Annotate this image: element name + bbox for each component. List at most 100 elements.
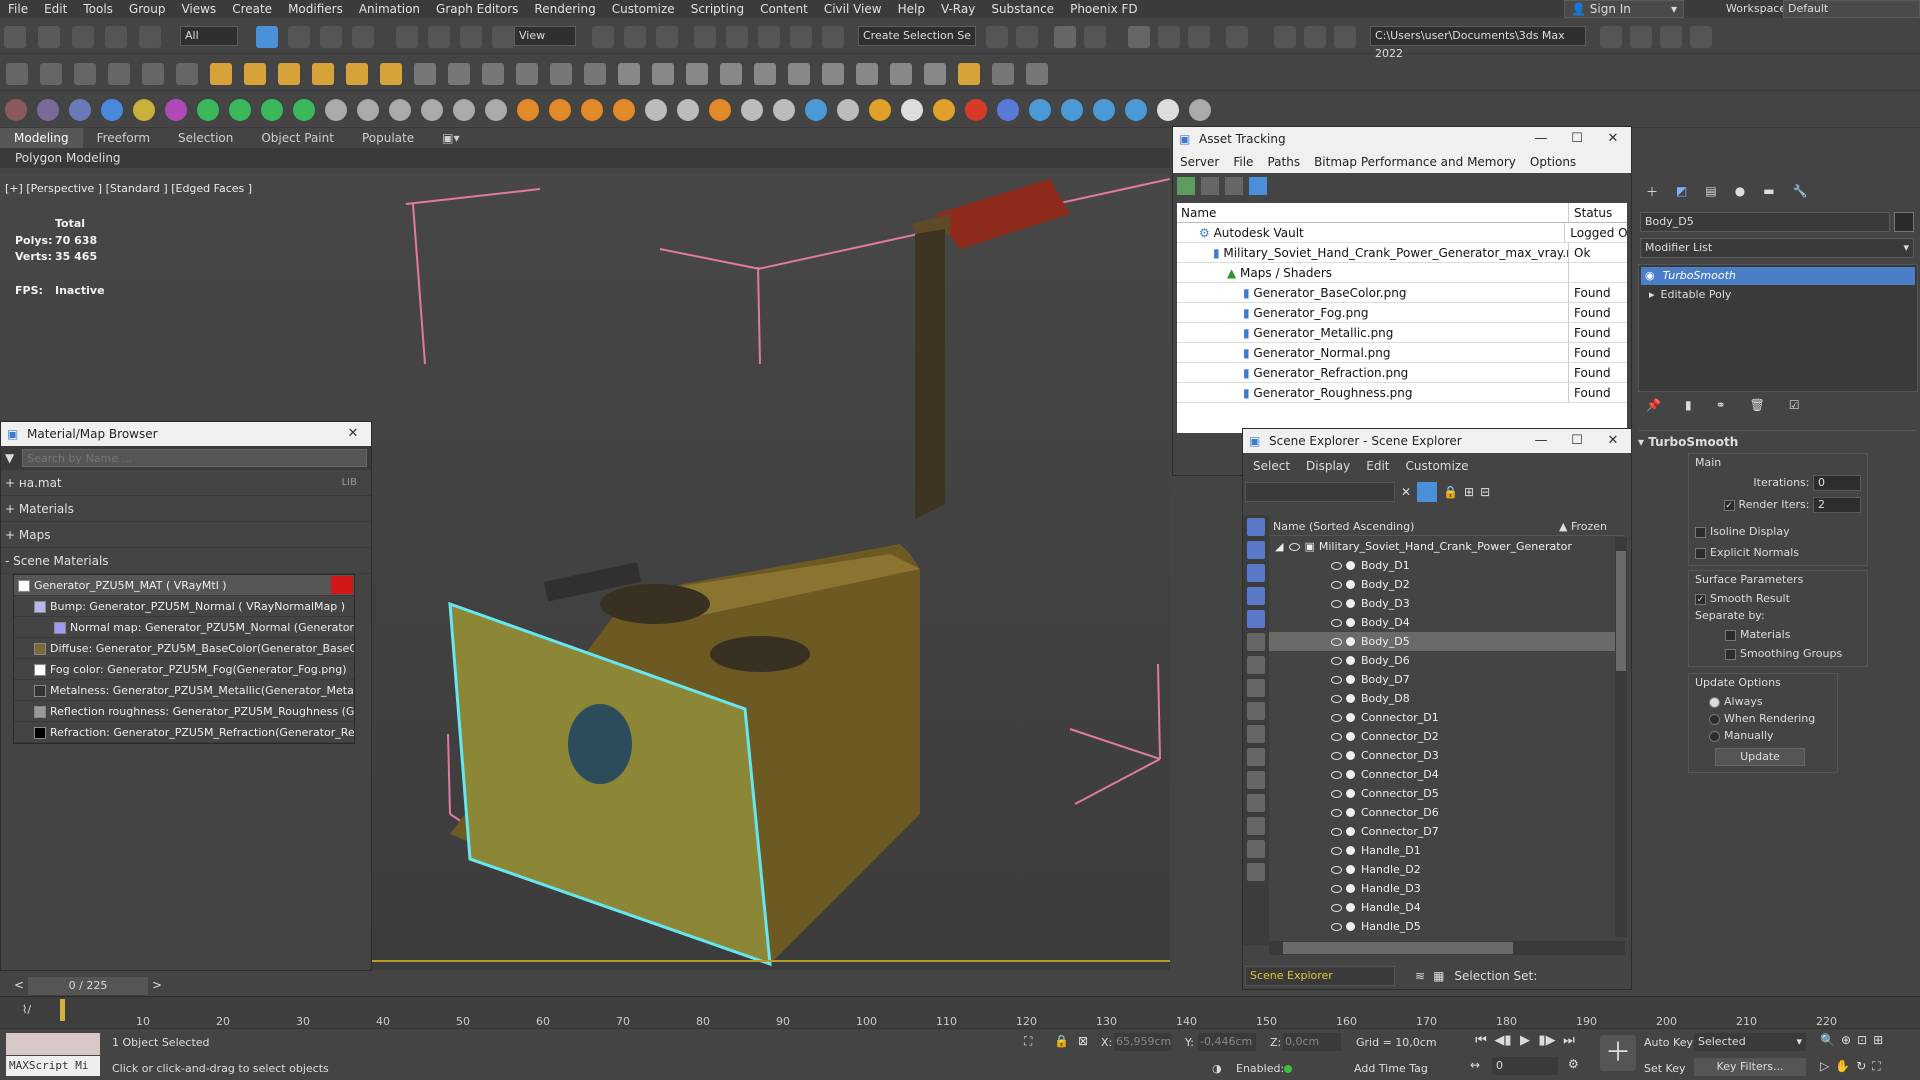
project-toolbar-icon[interactable] [1690, 26, 1712, 48]
scene-object-row[interactable]: Handle_D3 [1269, 879, 1615, 898]
display-cameras-icon[interactable] [1247, 587, 1265, 605]
vray-tool-icon[interactable] [133, 99, 155, 121]
scrollbar-thumb[interactable] [1616, 551, 1626, 671]
isolate-selection-icon[interactable]: ⛶ [1024, 1034, 1032, 1049]
auto-key-button[interactable]: Auto Key [1644, 1036, 1693, 1049]
project-open-icon[interactable] [1600, 26, 1622, 48]
vray-tool-icon[interactable] [197, 99, 219, 121]
display-hidden-icon[interactable] [1247, 771, 1265, 789]
vray-tool-icon[interactable] [869, 99, 891, 121]
snaps-toggle-icon[interactable] [694, 26, 716, 48]
scene-object-row[interactable]: Handle_D2 [1269, 860, 1615, 879]
manually-radio[interactable] [1709, 730, 1720, 742]
explicit-normals-checkbox[interactable] [1695, 547, 1706, 559]
render-iters-spinner[interactable]: 2 [1813, 497, 1861, 513]
eye-icon[interactable] [1331, 922, 1342, 931]
time-configuration-icon[interactable]: ⚙ [1568, 1057, 1579, 1071]
zoom-extents-icon[interactable]: ⊡ [1857, 1033, 1867, 1047]
always-radio[interactable] [1709, 696, 1720, 708]
vray-tool-icon[interactable] [5, 99, 27, 121]
minimize-icon[interactable]: — [1523, 429, 1559, 453]
scene-object-row[interactable]: Body_D2 [1269, 575, 1615, 594]
spinner-snap-icon[interactable] [790, 26, 812, 48]
ribbon-tab-selection[interactable]: Selection [164, 128, 247, 148]
vray-tool-icon[interactable] [37, 99, 59, 121]
scene-object-row[interactable]: Connector_D1 [1269, 708, 1615, 727]
ribbon-tab-freeform[interactable]: Freeform [83, 128, 164, 148]
maximize-icon[interactable]: ☐ [1559, 429, 1595, 453]
key-filters-button[interactable]: Key Filters... [1694, 1058, 1806, 1076]
vray-tool-icon[interactable] [325, 99, 347, 121]
vray-tool-icon[interactable] [549, 99, 571, 121]
eye-icon[interactable] [1289, 542, 1301, 551]
vray-tool-icon[interactable] [1029, 99, 1051, 121]
menu-create[interactable]: Create [224, 2, 280, 16]
eye-icon[interactable] [1331, 694, 1342, 703]
vray-tool-icon[interactable] [645, 99, 667, 121]
update-button[interactable]: Update [1715, 748, 1805, 766]
toolbar2-icon[interactable] [448, 63, 470, 85]
vray-tool-icon[interactable] [901, 99, 923, 121]
modifier-list-dropdown[interactable]: Modifier List ▾ [1640, 238, 1914, 258]
scene-object-row[interactable]: Handle_D4 [1269, 898, 1615, 917]
when-rendering-radio[interactable] [1709, 713, 1720, 725]
when-rendering-row[interactable]: When Rendering [1695, 712, 1831, 725]
explicit-normals-row[interactable]: Explicit Normals [1695, 546, 1861, 559]
vray-tool-icon[interactable] [389, 99, 411, 121]
eye-icon[interactable] [1331, 580, 1342, 589]
scene-object-row[interactable]: Connector_D7 [1269, 822, 1615, 841]
vray-tool-icon[interactable] [1125, 99, 1147, 121]
scene-object-row[interactable]: Body_D1 [1269, 556, 1615, 575]
render-production-icon[interactable] [1334, 26, 1356, 48]
show-end-result-icon[interactable]: ▮ [1685, 398, 1692, 412]
menu-views[interactable]: Views [173, 2, 224, 16]
pan-icon[interactable]: ✋ [1835, 1059, 1850, 1074]
toolbar2-icon[interactable] [244, 63, 266, 85]
material-item[interactable]: Reflection roughness: Generator_PZU5M_Ro… [14, 701, 354, 722]
scene-explorer-dropdown[interactable]: Scene Explorer [1245, 966, 1395, 986]
vray-tool-icon[interactable] [1061, 99, 1083, 121]
vray-tool-icon[interactable] [581, 99, 603, 121]
toolbar2-icon[interactable] [1026, 63, 1048, 85]
placement-icon[interactable] [492, 26, 514, 48]
selection-lock-icon[interactable]: 🔒 [1054, 1034, 1069, 1048]
asset-menu-server[interactable]: Server [1173, 151, 1226, 173]
smooth-result-checkbox[interactable]: ✓ [1695, 593, 1706, 605]
next-frame-icon[interactable]: > [152, 978, 162, 992]
menu-customize[interactable]: Customize [604, 2, 683, 16]
display-groups-icon[interactable] [1247, 656, 1265, 674]
collapse-all-icon[interactable]: ⊟ [1480, 485, 1490, 499]
toolbar2-icon[interactable] [482, 63, 504, 85]
rotate-icon[interactable] [428, 26, 450, 48]
vray-tool-icon[interactable] [357, 99, 379, 121]
vray-tool-icon[interactable] [677, 99, 699, 121]
scene-object-row[interactable]: Connector_D2 [1269, 727, 1615, 746]
stack-item-editable-poly[interactable]: ▸ Editable Poly [1641, 287, 1915, 303]
menu-rendering[interactable]: Rendering [526, 2, 603, 16]
menu-edit[interactable]: Edit [36, 2, 75, 16]
menu-substance[interactable]: Substance [983, 2, 1062, 16]
scene-object-row[interactable]: Connector_D4 [1269, 765, 1615, 784]
zoom-extents-all-icon[interactable]: ⊞ [1873, 1033, 1883, 1047]
scene-object-row[interactable]: Connector_D3 [1269, 746, 1615, 765]
redo-icon[interactable] [37, 26, 60, 48]
previous-frame-icon[interactable]: ◀▮ [1494, 1032, 1512, 1050]
selection-filter-dropdown[interactable]: All [180, 26, 238, 46]
asset-menu-bitmap-performance-and-memory[interactable]: Bitmap Performance and Memory [1307, 151, 1523, 173]
lock-icon[interactable]: 🔒 [1443, 485, 1458, 499]
modify-tab-icon[interactable]: ◩ [1676, 184, 1687, 198]
toolbar2-icon[interactable] [414, 63, 436, 85]
object-name-field[interactable]: Body_D5 [1640, 212, 1890, 232]
maxscript-mini-listener[interactable]: MAXScript Mi [6, 1056, 100, 1076]
menu-file[interactable]: File [0, 2, 36, 16]
toolbar2-icon[interactable] [890, 63, 912, 85]
material-item[interactable]: Refraction: Generator_PZU5M_Refraction(G… [14, 722, 354, 743]
curve-editor-icon[interactable] [1158, 26, 1180, 48]
toolbar2-icon[interactable] [312, 63, 334, 85]
configure-modifier-sets-icon[interactable]: ☑ [1789, 398, 1800, 412]
toolbar2-icon[interactable] [40, 63, 62, 85]
vray-tool-icon[interactable] [933, 99, 955, 121]
isoline-row[interactable]: Isoline Display [1695, 525, 1861, 538]
display-geometry-icon[interactable] [1247, 518, 1265, 536]
invert-display-icon[interactable] [1247, 840, 1265, 858]
